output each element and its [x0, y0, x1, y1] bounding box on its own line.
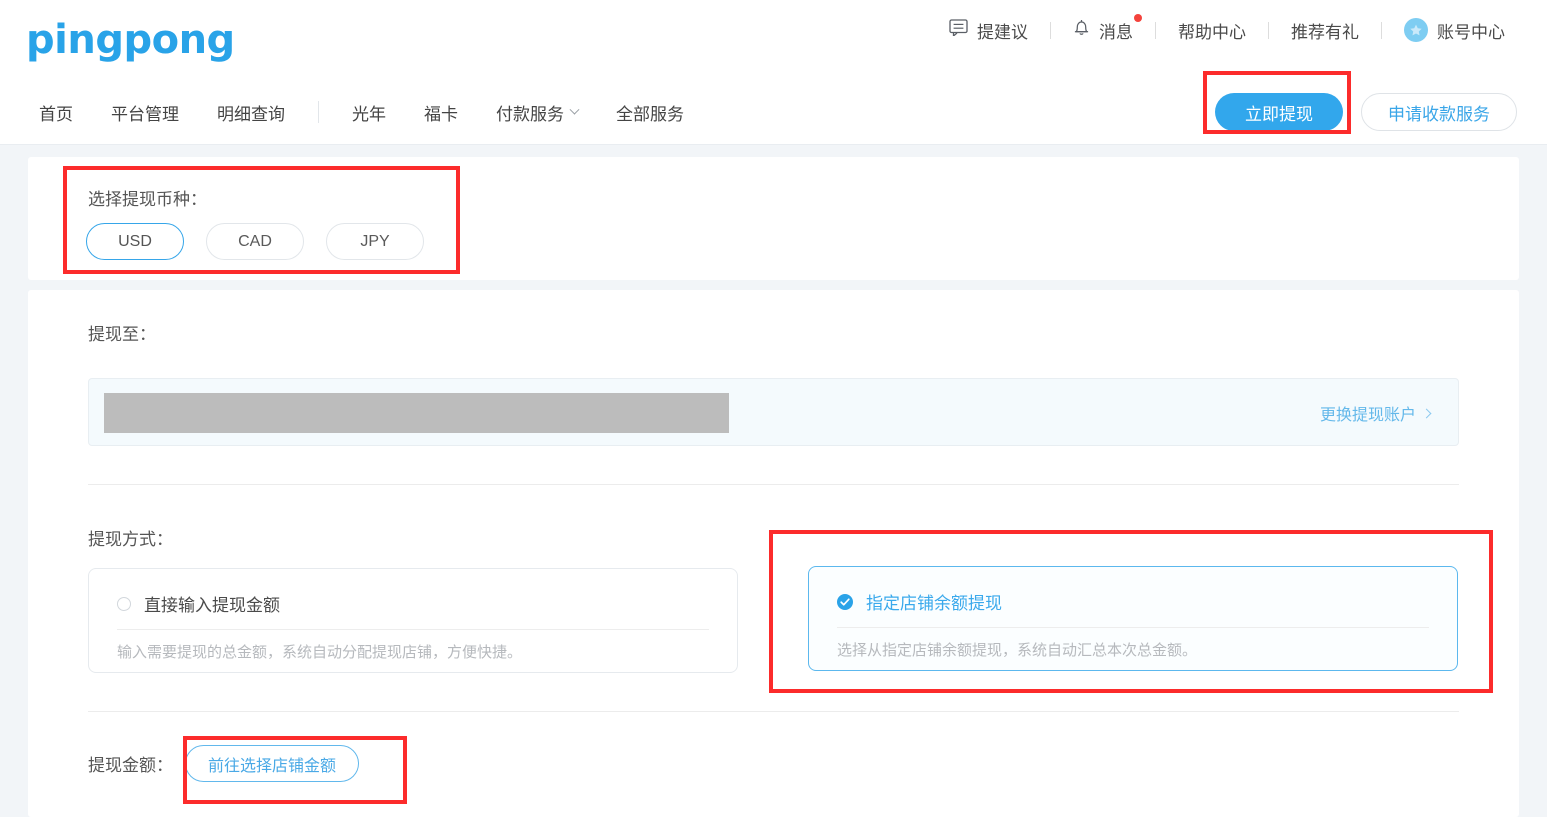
currency-section-label: 选择提现币种： [88, 190, 207, 209]
withdrawal-form-card: 提现至： 更换提现账户 提现方式： 直接输入提现金额 输入需要提现的总金额，系统… [28, 290, 1519, 817]
withdraw-now-button[interactable]: 立即提现 [1215, 93, 1343, 131]
chevron-down-icon [569, 104, 580, 115]
top-utility-links: 提建议 消息 帮助中心 推荐有礼 账号中心 [927, 0, 1527, 60]
check-circle-filled-icon[interactable] [837, 593, 853, 610]
withdraw-account-box[interactable]: 更换提现账户 [88, 378, 1459, 446]
nav-item-payment-services[interactable]: 付款服务 [477, 100, 597, 125]
currency-option-jpy[interactable]: JPY [326, 223, 424, 260]
currency-option-cad[interactable]: CAD [206, 223, 304, 260]
nav-label: 光年 [352, 104, 386, 124]
nav-action-buttons: 立即提现 申请收款服务 [1215, 80, 1517, 144]
nav-items-group: 首页 平台管理 明细查询 光年 福卡 付款服务 全部服务 [20, 80, 703, 144]
section-divider [88, 711, 1459, 712]
brand-logo[interactable]: pingpong [26, 18, 235, 62]
nav-label: 首页 [39, 104, 73, 124]
method-option-title: 指定店铺余额提现 [866, 594, 1002, 613]
top-link-referral[interactable]: 推荐有礼 [1269, 0, 1381, 60]
apply-collection-service-button[interactable]: 申请收款服务 [1361, 93, 1517, 131]
top-header-bar: pingpong 提建议 消息 帮助中心 推荐有礼 账号中心 [0, 0, 1547, 80]
nav-item-detail-query[interactable]: 明细查询 [198, 100, 304, 125]
change-withdraw-account-link[interactable]: 更换提现账户 [1319, 401, 1432, 425]
chevron-right-icon [1421, 408, 1432, 418]
top-link-label: 推荐有礼 [1291, 22, 1359, 42]
top-link-label: 消息 [1099, 22, 1133, 42]
method-option-title: 直接输入提现金额 [144, 596, 280, 615]
withdraw-amount-label: 提现金额： [88, 756, 173, 775]
withdraw-amount-row: 提现金额： 前往选择店铺金额 [88, 745, 360, 782]
nav-item-lightyear[interactable]: 光年 [333, 100, 405, 125]
nav-item-home[interactable]: 首页 [20, 100, 92, 125]
radio-unchecked-icon[interactable] [117, 596, 131, 611]
section-divider [88, 484, 1459, 485]
nav-item-all-services[interactable]: 全部服务 [597, 100, 703, 125]
nav-divider [318, 101, 319, 123]
withdraw-method-label: 提现方式： [88, 530, 173, 549]
method-option-header: 直接输入提现金额 [117, 591, 280, 616]
option-divider [117, 629, 709, 630]
goto-select-store-amount-button[interactable]: 前往选择店铺金额 [185, 745, 360, 782]
option-divider [837, 627, 1429, 628]
notification-badge-dot [1134, 14, 1142, 22]
page-root: pingpong 提建议 消息 帮助中心 推荐有礼 账号中心 首页 平台管理 明… [0, 0, 1547, 817]
method-option-store-balance[interactable]: 指定店铺余额提现 选择从指定店铺余额提现，系统自动汇总本次总金额。 [808, 566, 1458, 671]
currency-options-group: USD CAD JPY [86, 223, 424, 260]
top-link-label: 帮助中心 [1178, 22, 1246, 42]
nav-label: 明细查询 [217, 104, 285, 124]
star-avatar-icon [1404, 18, 1428, 42]
nav-item-fuka[interactable]: 福卡 [405, 100, 477, 125]
nav-label: 福卡 [424, 104, 458, 124]
currency-option-usd[interactable]: USD [86, 223, 184, 260]
method-option-desc: 输入需要提现的总金额，系统自动分配提现店铺，方便快捷。 [117, 644, 523, 661]
top-link-label: 账号中心 [1437, 22, 1505, 42]
nav-label: 付款服务 [496, 104, 564, 124]
top-link-help-center[interactable]: 帮助中心 [1156, 0, 1268, 60]
change-account-label: 更换提现账户 [1319, 407, 1416, 424]
top-link-messages[interactable]: 消息 [1051, 0, 1155, 60]
method-option-direct-amount[interactable]: 直接输入提现金额 输入需要提现的总金额，系统自动分配提现店铺，方便快捷。 [88, 568, 738, 673]
method-option-desc: 选择从指定店铺余额提现，系统自动汇总本次总金额。 [837, 642, 1198, 659]
bell-icon [1073, 18, 1090, 42]
chat-bubble-icon [949, 19, 968, 41]
top-link-suggestion[interactable]: 提建议 [927, 0, 1050, 60]
nav-label: 全部服务 [616, 104, 684, 124]
top-link-account-center[interactable]: 账号中心 [1382, 0, 1527, 60]
nav-label: 平台管理 [111, 104, 179, 124]
nav-item-platform-management[interactable]: 平台管理 [92, 100, 198, 125]
withdraw-to-label: 提现至： [88, 325, 156, 344]
method-option-header: 指定店铺余额提现 [837, 589, 1002, 614]
secondary-nav-bar: 首页 平台管理 明细查询 光年 福卡 付款服务 全部服务 立即提现 申请收款服务 [0, 80, 1547, 145]
top-link-label: 提建议 [977, 22, 1028, 42]
account-masked-value [104, 393, 729, 433]
currency-selection-card: 选择提现币种： USD CAD JPY [28, 157, 1519, 280]
